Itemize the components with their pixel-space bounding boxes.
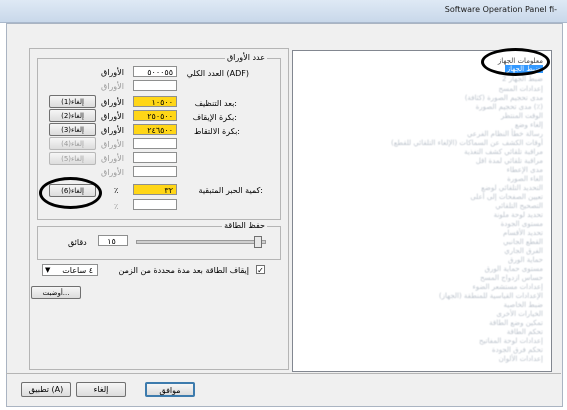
blank-row-5-value xyxy=(133,199,177,210)
blank-row-value xyxy=(133,80,177,91)
tree-item[interactable]: الغاء الصورة xyxy=(507,175,543,183)
tree-item[interactable]: الوقت المنتظر xyxy=(501,112,543,120)
window-titlebar: Software Operation Panel fi- xyxy=(0,0,567,23)
tree-item[interactable]: ضبط الخاصية xyxy=(504,301,543,309)
pick-roller-unit: الأوراق xyxy=(101,126,124,135)
tree-item[interactable]: إعدادات مستشعر الضوء xyxy=(473,283,544,291)
ink-remaining-value: ٣٢ xyxy=(133,184,177,195)
highlight-oval-tree xyxy=(481,48,550,76)
total-count-unit: الأوراق xyxy=(101,68,124,77)
tree-item[interactable]: الخيارات الأخرى xyxy=(496,310,543,318)
bottom-separator xyxy=(6,373,561,374)
chevron-down-icon: ▼ xyxy=(45,266,51,274)
tree-item[interactable]: تحديد لوحة ملونة xyxy=(494,211,543,219)
tree-item[interactable]: مراقبة تلقائي لمدة اقل xyxy=(476,157,543,165)
pick-roller-label: بكرة الالتقاط: xyxy=(193,127,240,136)
tree-item[interactable]: إعدادات لوحة المفاتيح xyxy=(479,337,543,345)
total-count-label: العدد الكلي (ADF) xyxy=(186,69,249,78)
ok-button[interactable]: موافق xyxy=(145,382,195,397)
tree-item[interactable]: التحديد التلقائي لوضع xyxy=(481,184,543,192)
tree-item[interactable]: تمكين وضع الطاقة xyxy=(489,319,543,327)
tree-item[interactable]: إعدادات الألوان xyxy=(499,355,543,363)
minutes-value: ١٥ xyxy=(98,235,128,246)
cancel-button[interactable]: إلغاء xyxy=(76,382,126,397)
blank-row-2-value xyxy=(133,138,177,149)
tree-item[interactable]: مراقبة تلقائي كشف التغذية xyxy=(464,148,543,156)
tree-item[interactable]: مدى تحجيم الصورة (كثافة) xyxy=(465,94,543,102)
blank-row-3-value xyxy=(133,152,177,163)
minutes-unit: دقائق xyxy=(68,238,87,247)
tree-item[interactable]: الإعدادات القياسية للمنطقة (الجهاز) xyxy=(439,292,543,300)
tree-item[interactable]: تحكم فرق الجودة xyxy=(492,346,543,354)
tree-item[interactable]: إلغاء وضع xyxy=(515,121,543,129)
blank-row-5-unit: ٪ xyxy=(114,202,119,211)
apply-button[interactable]: تطبيق (A) xyxy=(21,382,71,397)
ink-remaining-unit: ٪ xyxy=(114,186,119,195)
auto-off-label: إيقاف الطاقة بعد مدة محددة من الزمن xyxy=(118,266,249,275)
power-saving-group-title: حفظ الطاقة xyxy=(222,221,267,230)
tree-item[interactable]: التصحيح التلقائي xyxy=(495,202,543,210)
tree-item[interactable]: تحديد الأقسام xyxy=(503,229,543,237)
clear-1-button[interactable]: إلغاء(1) xyxy=(49,95,96,108)
brake-roller-unit: الأوراق xyxy=(101,112,124,121)
clear-3-button[interactable]: إلغاء(3) xyxy=(49,123,96,136)
tree-item[interactable]: تحكم الطاقة xyxy=(507,328,543,336)
power-slider-track[interactable] xyxy=(136,240,266,244)
tree-item[interactable]: إعدادات المسح xyxy=(498,85,543,93)
tree-item[interactable]: القطع الجانبي xyxy=(503,238,543,246)
after-cleaning-label: بعد التنظيف: xyxy=(194,99,237,108)
tree-item[interactable]: مدى الإعطاء xyxy=(507,166,543,174)
settings-tree[interactable]: معلومات الجهاز ضبط الجهاز ضبط الجهاز 2 إ… xyxy=(292,50,552,372)
tree-item[interactable]: مستوى حماية الورق xyxy=(485,265,543,273)
tree-item[interactable]: أوقات الكشف عن السماكات (الإلغاء التلقائ… xyxy=(391,139,543,147)
tree-item[interactable]: مستوى الجودة xyxy=(501,220,543,228)
tree-item-device-settings-2[interactable]: ضبط الجهاز 2 xyxy=(502,75,543,83)
sheet-counter-group-title: عدد الأوراق xyxy=(224,53,267,62)
window-title: Software Operation Panel fi- xyxy=(444,5,557,14)
ink-remaining-label: كمية الحبر المتبقية: xyxy=(198,186,263,195)
tree-item[interactable]: رسالة خطأ النظام الفرعي xyxy=(467,130,543,138)
tree-item[interactable]: مدى تحجيم الصورة (٪) xyxy=(476,103,543,111)
total-count-value: ٥٠٠٠٥٥ xyxy=(133,66,177,77)
brake-roller-value: ٢٥٠٥٠٠ xyxy=(133,110,177,121)
tree-item[interactable]: حماية الورق xyxy=(508,256,543,264)
reset-button[interactable]: أوضبت... xyxy=(31,286,81,299)
pick-roller-value: ٢٤٦٥٠٠ xyxy=(133,124,177,135)
brake-roller-label: بكرة الإيقاف: xyxy=(192,113,237,122)
blank-row-2-unit: الأوراق xyxy=(101,140,124,149)
highlight-oval-clear6 xyxy=(39,177,102,209)
tree-item[interactable]: الفرق الجاري xyxy=(504,247,543,255)
blank-row-4-unit: الأوراق xyxy=(101,168,124,177)
blank-row-4-value xyxy=(133,166,177,177)
tree-item[interactable]: تعيين الصفحات إلى أعلى xyxy=(470,193,543,201)
after-cleaning-unit: الأوراق xyxy=(101,98,124,107)
blank-row-3-unit: الأوراق xyxy=(101,154,124,163)
blank-row-unit: الأوراق xyxy=(101,82,124,91)
clear-2-button[interactable]: إلغاء(2) xyxy=(49,109,96,122)
after-cleaning-value: ١٠٥٠٠ xyxy=(133,96,177,107)
auto-off-hours-value: ٤ ساعات xyxy=(62,266,93,275)
auto-off-checkbox[interactable]: ✓ xyxy=(256,265,265,275)
auto-off-hours-select[interactable]: ٤ ساعات ▼ xyxy=(42,264,98,276)
power-slider-thumb[interactable] xyxy=(254,236,262,248)
clear-5-button[interactable]: إلغاء(5) xyxy=(49,152,96,165)
clear-4-button[interactable]: إلغاء(4) xyxy=(49,137,96,150)
tree-item[interactable]: حساس ازدواج المسح xyxy=(480,274,543,282)
